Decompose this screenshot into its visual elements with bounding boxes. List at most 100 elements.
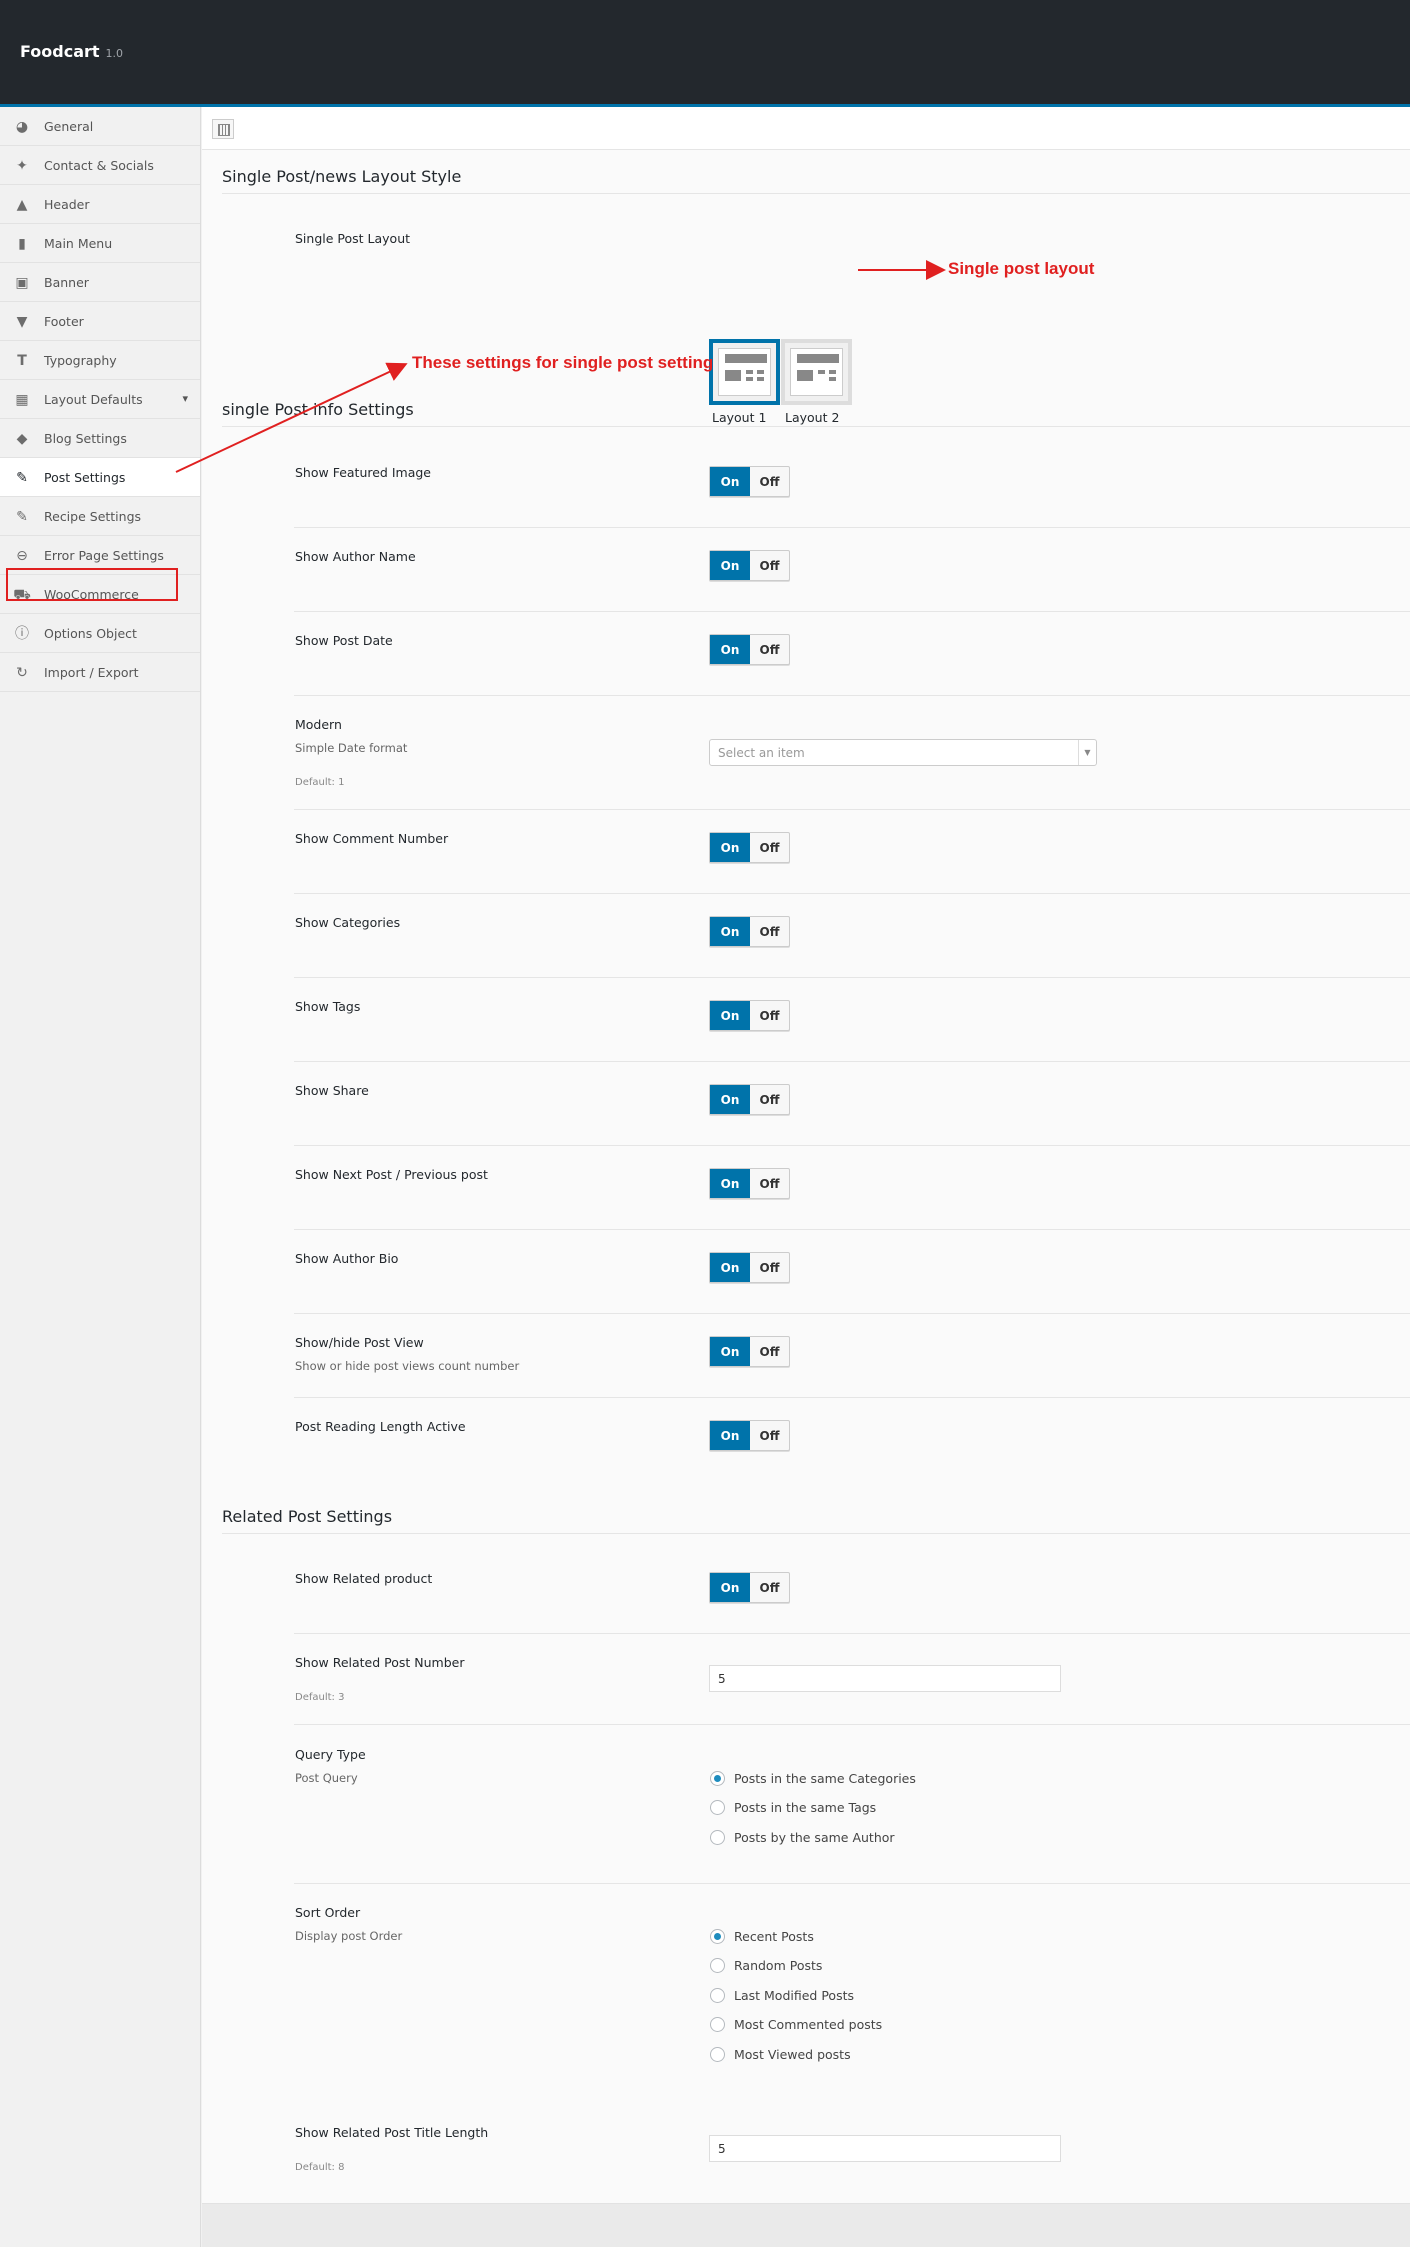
- post-date-label: Show Post Date: [295, 633, 393, 648]
- toggle-off[interactable]: Off: [750, 1337, 789, 1366]
- toggle-on[interactable]: On: [710, 917, 750, 946]
- toggle-on[interactable]: On: [710, 833, 750, 862]
- sidebar-item-main-menu[interactable]: ▮ Main Menu: [0, 224, 200, 263]
- sort-order-option[interactable]: Random Posts: [710, 1958, 822, 1973]
- expand-options-icon[interactable]: [212, 119, 234, 139]
- featured-image-label: Show Featured Image: [295, 465, 431, 480]
- radio-label: Last Modified Posts: [734, 1988, 854, 2003]
- sort-order-option[interactable]: Last Modified Posts: [710, 1988, 854, 2003]
- radio-button[interactable]: [710, 2017, 725, 2032]
- divider: [294, 1145, 1410, 1146]
- categories-toggle[interactable]: On Off: [709, 916, 790, 947]
- divider: [222, 193, 1410, 194]
- sort-order-option[interactable]: Most Viewed posts: [710, 2047, 851, 2062]
- next-prev-toggle[interactable]: On Off: [709, 1168, 790, 1199]
- toggle-off[interactable]: Off: [750, 551, 789, 580]
- radio-button[interactable]: [710, 1929, 725, 1944]
- twitter-icon: ✦: [16, 158, 28, 174]
- select-placeholder: Select an item: [718, 746, 805, 760]
- query-type-sublabel: Post Query: [295, 1771, 358, 1785]
- post-settings-highlight: [6, 568, 178, 601]
- share-label: Show Share: [295, 1083, 369, 1098]
- edit-icon: ✎: [16, 509, 28, 525]
- sidebar-item-layout-defaults[interactable]: ▦ Layout Defaults ▾: [0, 380, 200, 419]
- radio-label: Posts in the same Tags: [734, 1800, 877, 1815]
- toggle-on[interactable]: On: [710, 1001, 750, 1030]
- toggle-off[interactable]: Off: [750, 1573, 789, 1602]
- toggle-on[interactable]: On: [710, 1573, 750, 1602]
- sort-order-label: Sort Order: [295, 1905, 361, 1920]
- sidebar-item-recipe-settings[interactable]: ✎ Recipe Settings: [0, 497, 200, 536]
- layout-2-option[interactable]: [781, 339, 852, 405]
- reading-length-toggle[interactable]: On Off: [709, 1420, 790, 1451]
- toggle-on[interactable]: On: [710, 635, 750, 664]
- toggle-off[interactable]: Off: [750, 1085, 789, 1114]
- sidebar-item-footer[interactable]: ▼ Footer: [0, 302, 200, 341]
- panel-footer: [202, 2203, 1410, 2247]
- toggle-on[interactable]: On: [710, 1421, 750, 1450]
- layout-1-option[interactable]: [709, 339, 780, 405]
- author-bio-toggle[interactable]: On Off: [709, 1252, 790, 1283]
- sort-order-option[interactable]: Recent Posts: [710, 1929, 814, 1944]
- radio-button[interactable]: [710, 1830, 725, 1845]
- toggle-on[interactable]: On: [710, 551, 750, 580]
- toggle-on[interactable]: On: [710, 1169, 750, 1198]
- radio-button[interactable]: [710, 1800, 725, 1815]
- toggle-off[interactable]: Off: [750, 467, 789, 496]
- sidebar-item-typography[interactable]: T Typography: [0, 341, 200, 380]
- sidebar-item-post-settings[interactable]: ✎ Post Settings: [0, 458, 200, 497]
- toggle-off[interactable]: Off: [750, 917, 789, 946]
- author-name-toggle[interactable]: On Off: [709, 550, 790, 581]
- related-product-toggle[interactable]: On Off: [709, 1572, 790, 1603]
- sidebar-item-label: Recipe Settings: [44, 508, 142, 524]
- top-bar: Foodcart 1.0: [0, 0, 1410, 107]
- date-format-select[interactable]: Select an item ▼: [709, 739, 1097, 766]
- radio-button[interactable]: [710, 1988, 725, 2003]
- toggle-on[interactable]: On: [710, 1253, 750, 1282]
- divider: [294, 1229, 1410, 1230]
- post-view-toggle[interactable]: On Off: [709, 1336, 790, 1367]
- toggle-on[interactable]: On: [710, 467, 750, 496]
- toggle-off[interactable]: Off: [750, 1421, 789, 1450]
- radio-button[interactable]: [710, 1771, 725, 1786]
- toggle-off[interactable]: Off: [750, 1001, 789, 1030]
- radio-button[interactable]: [710, 2047, 725, 2062]
- toggle-off[interactable]: Off: [750, 635, 789, 664]
- related-number-default: Default: 3: [295, 1692, 345, 1703]
- radio-button[interactable]: [710, 1958, 725, 1973]
- sidebar-item-blog-settings[interactable]: ◆ Blog Settings: [0, 419, 200, 458]
- tags-label: Show Tags: [295, 999, 361, 1014]
- toggle-on[interactable]: On: [710, 1337, 750, 1366]
- sidebar-item-header[interactable]: ▲ Header: [0, 185, 200, 224]
- layout-1-preview: [718, 348, 771, 396]
- title-length-input[interactable]: [709, 2135, 1061, 2162]
- divider: [294, 809, 1410, 810]
- sidebar-item-options-object[interactable]: ⓘ Options Object: [0, 614, 200, 653]
- text-icon: T: [17, 353, 27, 369]
- sidebar-item-banner[interactable]: ▣ Banner: [0, 263, 200, 302]
- sidebar-item-label: Options Object: [44, 625, 137, 641]
- related-number-input[interactable]: [709, 1665, 1061, 1692]
- toggle-off[interactable]: Off: [750, 1253, 789, 1282]
- title-length-default: Default: 8: [295, 2162, 345, 2173]
- comment-number-label: Show Comment Number: [295, 831, 449, 846]
- query-type-option[interactable]: Posts in the same Tags: [710, 1800, 876, 1815]
- sidebar-item-general[interactable]: ◕ General: [0, 107, 200, 146]
- query-type-option[interactable]: Posts in the same Categories: [710, 1771, 916, 1786]
- sidebar-item-import-export[interactable]: ↻ Import / Export: [0, 653, 200, 692]
- sidebar-item-contact-socials[interactable]: ✦ Contact & Socials: [0, 146, 200, 185]
- featured-image-toggle[interactable]: On Off: [709, 466, 790, 497]
- toggle-off[interactable]: Off: [750, 1169, 789, 1198]
- grid-icon: ▦: [15, 392, 29, 408]
- radio-label: Most Viewed posts: [734, 2047, 851, 2062]
- sort-order-option[interactable]: Most Commented posts: [710, 2017, 882, 2032]
- sidebar: ◕ General ✦ Contact & Socials ▲ Header ▮ Mai…: [0, 107, 201, 2247]
- post-date-toggle[interactable]: On Off: [709, 634, 790, 665]
- query-type-option[interactable]: Posts by the same Author: [710, 1830, 895, 1845]
- comment-number-toggle[interactable]: On Off: [709, 832, 790, 863]
- toggle-off[interactable]: Off: [750, 833, 789, 862]
- toggle-on[interactable]: On: [710, 1085, 750, 1114]
- share-toggle[interactable]: On Off: [709, 1084, 790, 1115]
- tags-toggle[interactable]: On Off: [709, 1000, 790, 1031]
- author-bio-label: Show Author Bio: [295, 1251, 399, 1266]
